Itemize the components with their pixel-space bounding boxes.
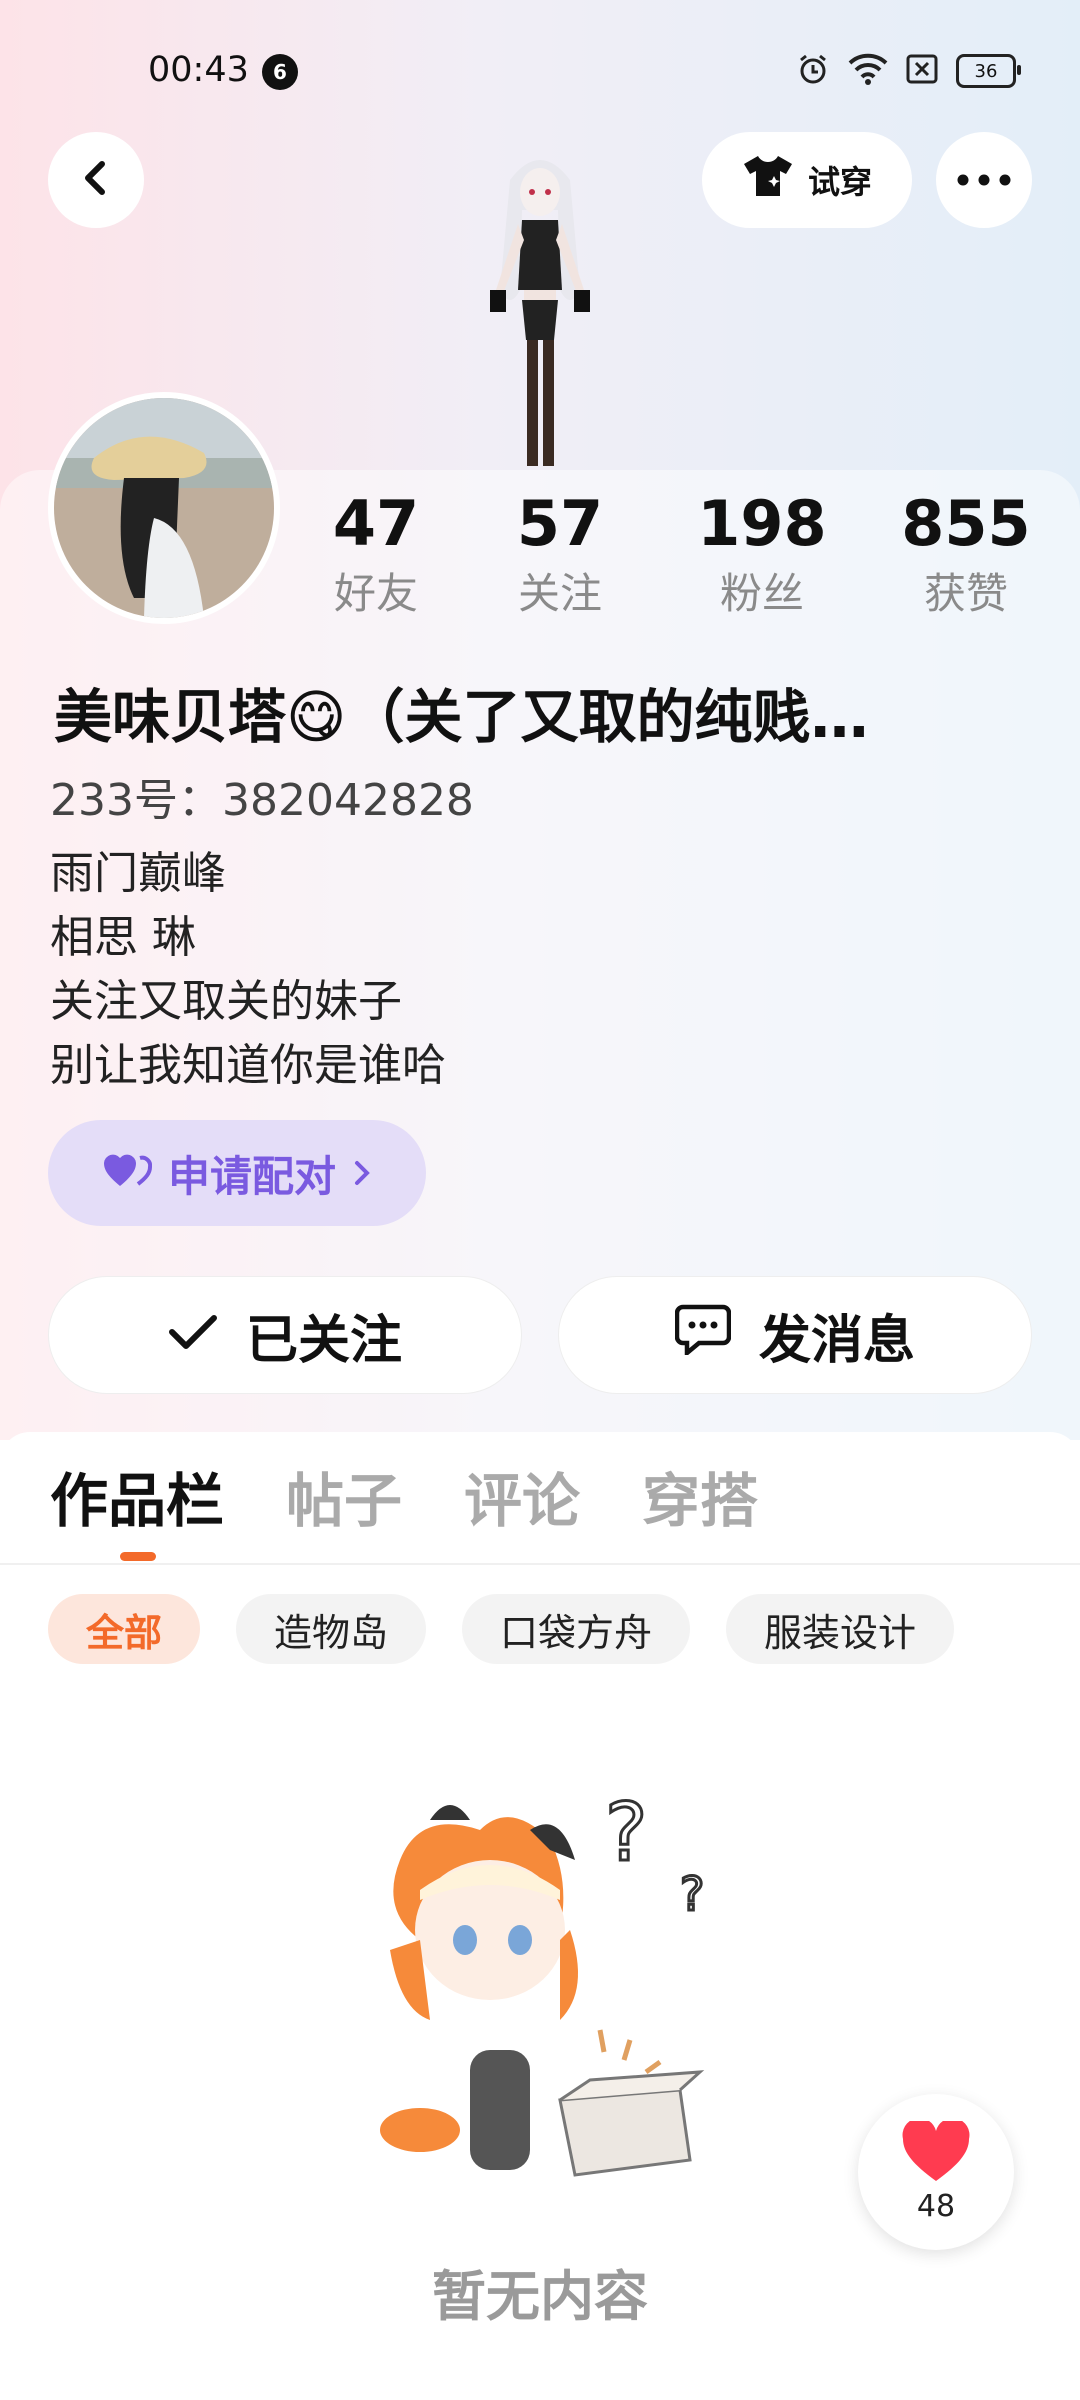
stat-value: 57 (516, 487, 604, 560)
chat-bubble-icon (674, 1303, 732, 1368)
empty-state-illustration: ? ? (360, 1785, 760, 2200)
alarm-icon (796, 52, 830, 90)
followed-label: 已关注 (245, 1310, 402, 1371)
heart-icon (901, 2117, 971, 2187)
stat-value: 47 (332, 487, 420, 560)
notification-badge: 6 (262, 54, 298, 90)
avatar[interactable] (48, 392, 280, 624)
battery-icon: 36 (956, 54, 1021, 88)
filter-creation-island[interactable]: 造物岛 (236, 1594, 427, 1664)
stat-value: 198 (697, 487, 827, 560)
avatar-3d-figure[interactable] (440, 140, 640, 470)
tab-comments[interactable]: 评论 (464, 1454, 580, 1535)
filter-all[interactable]: 全部 (48, 1594, 201, 1664)
send-message-button[interactable]: 发消息 (558, 1276, 1032, 1394)
tab-outfits[interactable]: 穿搭 (642, 1454, 758, 1535)
stat-followers[interactable]: 198 粉丝 (682, 488, 842, 622)
status-time: 00:43 (148, 50, 249, 90)
filter-chips: 全部 造物岛 口袋方舟 服装设计 (48, 1594, 955, 1664)
wifi-icon (848, 53, 888, 89)
stat-likes[interactable]: 855 获赞 (886, 488, 1046, 622)
bio-line: 别让我知道你是谁哈 (50, 1040, 446, 1091)
stat-following[interactable]: 57 关注 (480, 488, 640, 622)
stat-label: 粉丝 (719, 569, 804, 618)
back-button[interactable] (48, 132, 144, 228)
stat-label: 好友 (333, 569, 418, 618)
stat-friends[interactable]: 47 好友 (296, 488, 456, 622)
try-on-button[interactable]: 试穿 (702, 132, 912, 228)
stat-label: 获赞 (923, 569, 1008, 618)
followed-button[interactable]: 已关注 (48, 1276, 522, 1394)
bio-line: 关注又取关的妹子 (50, 976, 402, 1027)
profile-bio: 雨门巅峰 相思 琳 关注又取关的妹子 别让我知道你是谁哈 (50, 842, 446, 1098)
bio-line: 雨门巅峰 (50, 848, 226, 899)
status-bar: 00:43 6 36 (0, 0, 1080, 140)
send-message-label: 发消息 (758, 1310, 915, 1371)
empty-state-text: 暂无内容 (432, 2265, 648, 2328)
filter-clothing-design[interactable]: 服装设计 (726, 1594, 955, 1664)
chevron-left-icon (78, 158, 114, 202)
request-pair-label: 申请配对 (167, 1151, 336, 1201)
stat-label: 关注 (517, 569, 602, 618)
chevron-right-icon (352, 1149, 372, 1198)
profile-name: 美味贝塔😋（关了又取的纯贱… (54, 683, 869, 751)
stat-value: 855 (901, 487, 1031, 560)
profile-tabs: 作品栏 帖子 评论 穿搭 (50, 1454, 758, 1561)
like-button[interactable]: 48 (858, 2094, 1014, 2250)
more-button[interactable] (936, 132, 1032, 228)
check-icon (168, 1305, 218, 1365)
bio-line: 相思 琳 (50, 912, 196, 963)
tabs-divider (0, 1563, 1080, 1565)
svg-text:?: ? (605, 1790, 647, 1879)
tab-works[interactable]: 作品栏 (50, 1454, 224, 1561)
svg-text:?: ? (680, 1867, 704, 1921)
profile-uid[interactable]: 233号：382042828 (50, 764, 474, 828)
sim-off-icon (906, 54, 938, 88)
try-on-label: 试穿 (807, 163, 872, 201)
more-dots-icon (957, 171, 1011, 190)
heart-pair-icon (102, 1149, 153, 1198)
tab-posts[interactable]: 帖子 (286, 1454, 402, 1535)
like-count: 48 (916, 2188, 956, 2224)
filter-pocket-ark[interactable]: 口袋方舟 (462, 1594, 691, 1664)
shirt-icon (742, 154, 794, 206)
request-pair-button[interactable]: 申请配对 (48, 1120, 426, 1226)
